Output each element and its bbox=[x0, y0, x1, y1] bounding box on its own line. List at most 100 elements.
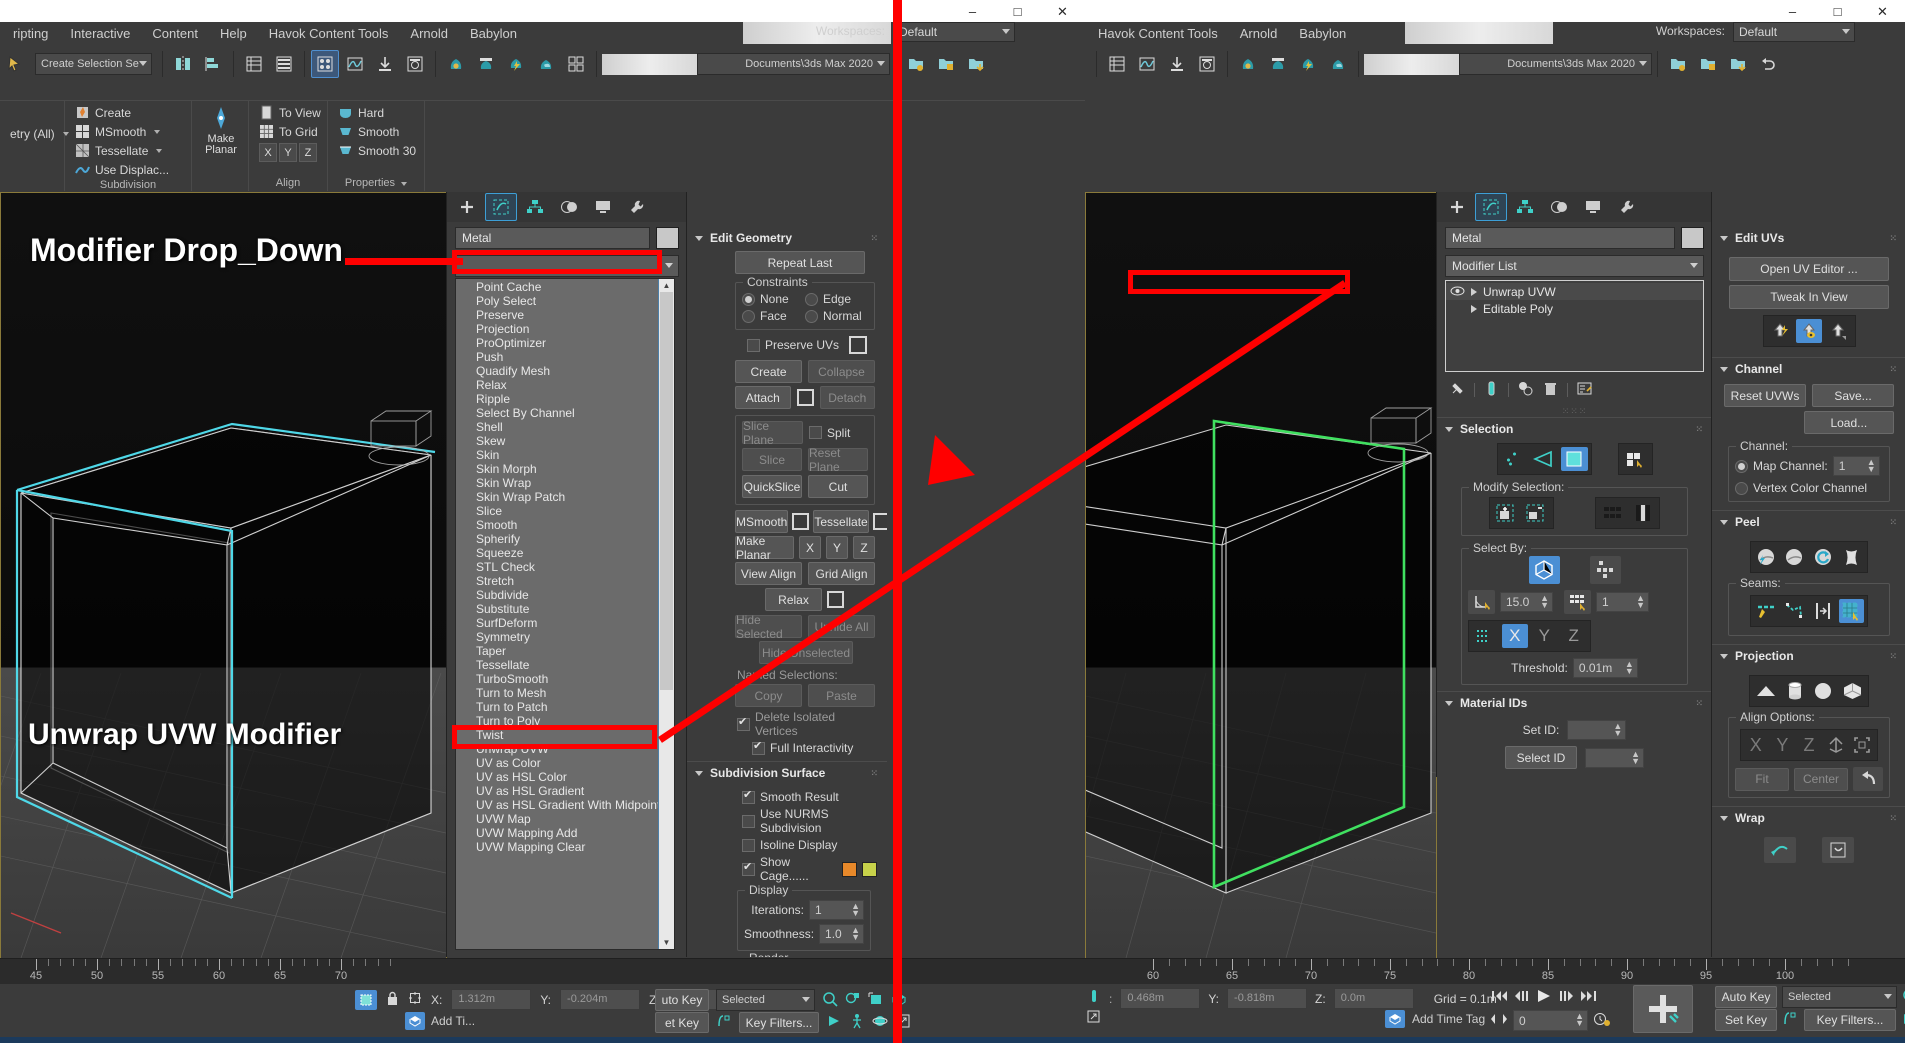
select-element-icon[interactable] bbox=[1622, 447, 1649, 471]
menu-havok-content-tools[interactable]: Havok Content Tools bbox=[258, 24, 400, 43]
open-uv-editor-button[interactable]: Open UV Editor ... bbox=[1729, 257, 1889, 281]
spinner-arrows-icon[interactable]: ▲▼ bbox=[851, 927, 860, 941]
dropdown-item[interactable]: Quadify Mesh bbox=[456, 364, 674, 378]
go-to-end-icon[interactable] bbox=[1580, 988, 1598, 1007]
auto-key-button[interactable]: uto Key bbox=[655, 989, 709, 1011]
wrap-tool-1-icon[interactable] bbox=[1764, 837, 1796, 863]
dropdown-item[interactable]: ProOptimizer bbox=[456, 336, 674, 350]
modifier-list-combo[interactable]: Modifier List bbox=[1445, 255, 1704, 277]
align-x-button[interactable]: X bbox=[259, 143, 277, 162]
spinner-arrows-icon[interactable]: ▲▼ bbox=[1613, 723, 1622, 737]
center-button[interactable]: Center bbox=[1794, 768, 1848, 791]
edit-geometry-header[interactable]: Edit Geometry ⁙ bbox=[687, 227, 887, 249]
mirror-icon[interactable] bbox=[169, 50, 197, 78]
spinner-arrows-icon[interactable]: ▲▼ bbox=[1540, 595, 1549, 609]
ribbon-use-displace-button[interactable]: Use Displac... bbox=[69, 160, 187, 179]
maximize-button[interactable]: □ bbox=[995, 0, 1040, 22]
selection-set-combo[interactable]: Create Selection Se bbox=[35, 53, 152, 75]
preserve-uvs-row[interactable]: Preserve UVs bbox=[747, 336, 877, 354]
reset-plane-button[interactable]: Reset Plane bbox=[808, 448, 868, 471]
delete-isolated-row[interactable]: Delete Isolated Vertices bbox=[737, 710, 877, 738]
zoom-extents-icon[interactable] bbox=[868, 991, 884, 1010]
menu-havok-content-tools[interactable]: Havok Content Tools bbox=[1087, 24, 1229, 43]
planar-y-button[interactable]: Y bbox=[1531, 624, 1558, 648]
motion-tab[interactable] bbox=[1543, 193, 1575, 221]
stack-item-editable-poly[interactable]: Editable Poly bbox=[1446, 300, 1703, 317]
dropdown-item[interactable]: UV as HSL Gradient With Midpoint bbox=[456, 798, 674, 812]
fit-align-icon[interactable] bbox=[1850, 733, 1874, 757]
object-color-swatch[interactable] bbox=[1681, 227, 1704, 249]
rollout-grip[interactable]: ⁙ bbox=[870, 771, 879, 776]
dropdown-item[interactable]: Tessellate bbox=[456, 658, 674, 672]
reset-projection-icon[interactable] bbox=[1853, 767, 1883, 791]
rollout-grip[interactable]: ⁙ bbox=[1889, 236, 1898, 241]
dropdown-item[interactable]: Smooth bbox=[456, 518, 674, 532]
make-planar-z-button[interactable]: Z bbox=[853, 536, 875, 559]
object-name-field[interactable]: Metal bbox=[1445, 227, 1675, 249]
scroll-up-icon[interactable]: ▲ bbox=[659, 279, 674, 292]
spinner-arrows-icon[interactable]: ▲▼ bbox=[1625, 661, 1634, 675]
dropdown-item[interactable]: UVW Mapping Add bbox=[456, 826, 674, 840]
split-row[interactable]: Split bbox=[809, 426, 868, 440]
render-cloud-icon[interactable] bbox=[1324, 50, 1352, 78]
spherical-projection-icon[interactable] bbox=[1811, 679, 1837, 703]
make-planar-y-button[interactable]: Y bbox=[826, 536, 848, 559]
dropdown-item[interactable]: UVW Map bbox=[456, 812, 674, 826]
dropdown-item[interactable]: Squeeze bbox=[456, 546, 674, 560]
dropdown-item[interactable]: Poly Select bbox=[456, 294, 674, 308]
grid-align-button[interactable]: Grid Align bbox=[808, 562, 875, 585]
utilities-tab[interactable] bbox=[621, 193, 653, 221]
ribbon-smooth-button[interactable]: Smooth bbox=[332, 122, 420, 141]
current-frame-spinner[interactable]: 0 ▲▼ bbox=[1513, 1010, 1588, 1031]
reset-uvws-button[interactable]: Reset UVWs bbox=[1724, 384, 1806, 407]
scroll-thumb[interactable] bbox=[660, 292, 673, 690]
dropdown-item[interactable]: Skin Morph bbox=[456, 462, 674, 476]
relax-button[interactable]: Relax bbox=[765, 588, 822, 611]
box-projection-icon[interactable] bbox=[1839, 679, 1865, 703]
dropdown-item[interactable]: UV as Color bbox=[456, 756, 674, 770]
shrink-selection-icon[interactable] bbox=[1523, 501, 1550, 525]
panel-resize-grip[interactable]: ⁙⁙⁙ bbox=[1437, 406, 1712, 417]
right-time-ruler[interactable]: 6065707580859095100 bbox=[1085, 958, 1905, 985]
object-name-field[interactable]: Metal bbox=[455, 227, 650, 249]
key-mode-combo[interactable]: Selected bbox=[716, 989, 815, 1011]
dropdown-item[interactable]: Skin bbox=[456, 448, 674, 462]
set-key-button[interactable]: et Key bbox=[655, 1012, 709, 1033]
render-iterative-icon[interactable] bbox=[1264, 50, 1292, 78]
tessellate-settings-icon[interactable] bbox=[873, 513, 887, 530]
spinner-arrows-icon[interactable]: ▲▼ bbox=[1575, 1013, 1584, 1027]
spinner-arrows-icon[interactable]: ▲▼ bbox=[1867, 459, 1876, 473]
rollout-grip[interactable]: ⁙ bbox=[1889, 816, 1898, 821]
select-by-element-icon[interactable] bbox=[1529, 556, 1560, 584]
utilities-tab[interactable] bbox=[1611, 193, 1643, 221]
planar-x-button[interactable]: X bbox=[1502, 624, 1529, 648]
best-align-icon[interactable] bbox=[1824, 733, 1848, 757]
save-file-icon[interactable] bbox=[1724, 50, 1752, 78]
z-coord-field[interactable]: 0.0m bbox=[1334, 988, 1414, 1009]
cage-color-2-swatch[interactable] bbox=[862, 862, 877, 877]
constraint-edge[interactable]: Edge bbox=[805, 292, 868, 306]
collapse-button[interactable]: Collapse bbox=[808, 360, 875, 383]
scroll-down-icon[interactable]: ▼ bbox=[659, 936, 674, 949]
render-setup-icon[interactable] bbox=[371, 50, 399, 78]
object-color-swatch[interactable] bbox=[656, 227, 679, 249]
go-to-start-icon[interactable] bbox=[1490, 988, 1508, 1007]
threshold-spinner[interactable]: 0.01m ▲▼ bbox=[1573, 658, 1638, 678]
select-by-matid-icon[interactable] bbox=[1564, 590, 1591, 614]
curve-editor-icon[interactable] bbox=[341, 50, 369, 78]
create-button[interactable]: Create bbox=[735, 360, 802, 383]
reset-peel-icon[interactable] bbox=[1811, 545, 1836, 569]
dropdown-item[interactable]: Unwrap UVW bbox=[456, 742, 674, 756]
dropdown-item[interactable]: Point Cache bbox=[456, 280, 674, 294]
hide-unselected-button[interactable]: Hide Unselected bbox=[759, 641, 853, 664]
map-channel-spinner[interactable]: 1 ▲▼ bbox=[1833, 456, 1880, 476]
close-button[interactable]: ✕ bbox=[1040, 0, 1085, 22]
scene-explorer-icon[interactable] bbox=[270, 50, 298, 78]
select-object-icon[interactable] bbox=[1, 50, 29, 78]
face-select-icon[interactable] bbox=[1561, 447, 1588, 471]
slice-plane-button[interactable]: Slice Plane bbox=[742, 421, 803, 444]
next-frame-icon[interactable] bbox=[1558, 988, 1576, 1007]
minimize-button[interactable]: – bbox=[950, 0, 995, 22]
edit-seams-icon[interactable] bbox=[1754, 599, 1779, 623]
display-iterations-spinner[interactable]: 1 ▲▼ bbox=[809, 900, 864, 920]
